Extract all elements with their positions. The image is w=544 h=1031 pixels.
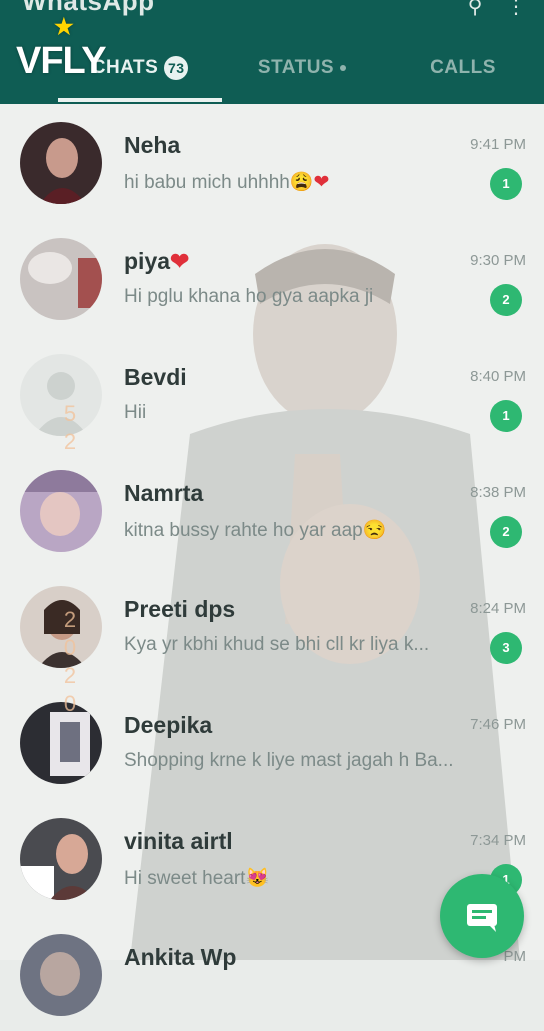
more-options-icon[interactable]: ⋮	[506, 0, 526, 18]
tab-calls[interactable]: CALLS	[382, 44, 544, 104]
contact-name: Deepika	[124, 712, 213, 738]
header-actions: ⚲ ⋮	[468, 0, 526, 19]
message-preview: kitna bussy rahte ho yar aap😒	[124, 520, 387, 541]
message-time: 9:41 PM	[470, 136, 526, 153]
message-preview: Hi sweet heart😻	[124, 868, 270, 889]
message-preview: Kya yr kbhi khud se bhi cll kr liya k...	[124, 634, 430, 655]
avatar[interactable]	[20, 122, 102, 204]
unread-count-badge: 1	[490, 168, 522, 200]
unread-count-badge: 3	[490, 632, 522, 664]
message-preview: Shopping krne k liye mast jagah h Ba...	[124, 750, 454, 771]
contact-name: Preeti dps	[124, 596, 236, 622]
tab-status-label: STATUS	[257, 57, 335, 78]
message-time: PM	[503, 948, 527, 965]
contact-name: Bevdi	[124, 364, 187, 390]
unread-count-badge: 2	[490, 284, 522, 316]
search-icon[interactable]: ⚲	[468, 0, 483, 18]
active-tab-indicator	[58, 98, 222, 102]
message-time: 7:34 PM	[470, 832, 526, 849]
contact-name: piya❤	[124, 248, 190, 274]
message-time: 8:38 PM	[470, 484, 526, 501]
status-new-dot	[340, 64, 347, 71]
message-icon	[467, 904, 497, 932]
contact-name: Neha	[124, 132, 181, 158]
message-time: 7:46 PM	[470, 716, 526, 733]
unread-chats-badge: 73	[164, 55, 189, 80]
contact-name: Namrta	[124, 480, 204, 506]
tab-status[interactable]: STATUS	[222, 44, 382, 104]
new-chat-button[interactable]	[440, 874, 524, 958]
message-time: 8:40 PM	[470, 368, 526, 385]
contact-name: Ankita Wp	[124, 944, 237, 970]
message-preview: Hii	[124, 402, 147, 423]
chat-row-neha[interactable]: Neha hi babu mich uhhhh😩❤ 9:41 PM 1	[0, 104, 544, 219]
unread-count-badge: 1	[490, 400, 522, 432]
avatar[interactable]	[20, 238, 102, 320]
contact-name: vinita airtl	[124, 828, 233, 854]
vfly-watermark-logo: ★ VFLY	[16, 14, 107, 83]
side-number-watermark: 5 2 2 0 2 0	[63, 401, 77, 716]
avatar[interactable]	[20, 818, 102, 900]
message-preview: Hi pglu khana ho gya aapka ji	[124, 286, 374, 307]
star-icon: ★	[54, 14, 74, 39]
app-title: WhatsApp	[22, 0, 155, 16]
message-preview: hi babu mich uhhhh😩❤	[124, 172, 330, 193]
chat-row-piya[interactable]: piya❤ Hi pglu khana ho gya aapka ji 9:30…	[0, 220, 544, 335]
message-time: 8:24 PM	[470, 600, 526, 617]
watermark-text: VFLY	[16, 40, 107, 82]
tab-calls-label: CALLS	[430, 57, 496, 78]
message-time: 9:30 PM	[470, 252, 526, 269]
avatar[interactable]	[20, 934, 102, 1016]
unread-count-badge: 2	[490, 516, 522, 548]
